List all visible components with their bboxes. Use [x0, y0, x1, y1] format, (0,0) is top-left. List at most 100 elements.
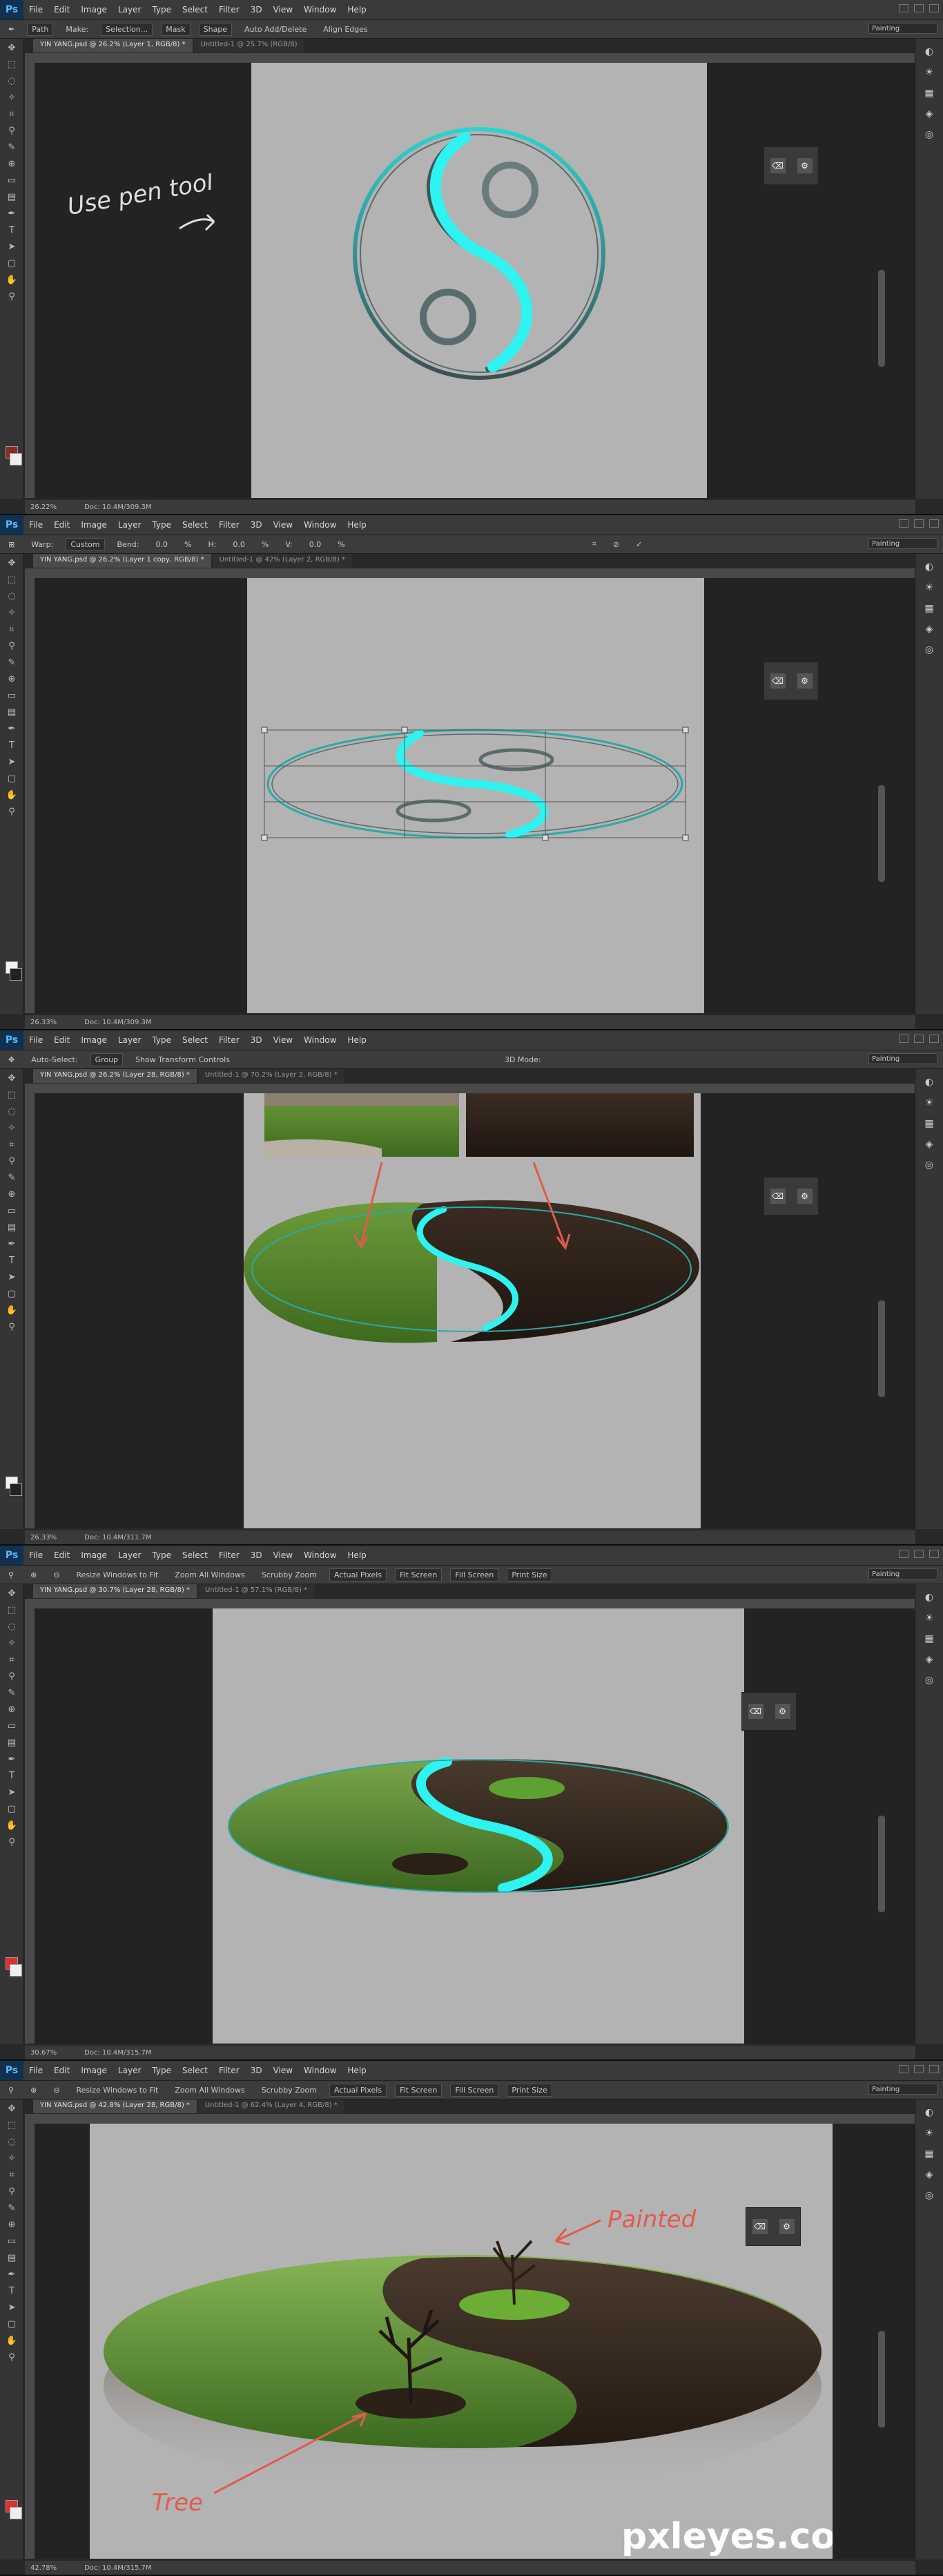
wand-tool-icon[interactable]: ✧	[5, 91, 19, 105]
toggle-warp-icon[interactable]: ⌗	[588, 538, 601, 550]
properties-icon[interactable]: ⚙	[797, 158, 813, 173]
menu-help[interactable]: Help	[342, 520, 371, 530]
channels-panel-icon[interactable]: ◎	[922, 2188, 937, 2203]
menu-filter[interactable]: Filter	[213, 1550, 245, 1560]
zoom-out-icon[interactable]: ⊖	[49, 2084, 64, 2096]
properties-icon[interactable]: ⚙	[779, 2219, 795, 2234]
document-canvas[interactable]	[251, 63, 707, 498]
tab-untitled[interactable]: Untitled-1 @ 70.2% (Layer 2, RGB/8) *	[197, 1069, 344, 1083]
commit-transform-icon[interactable]: ✓	[632, 539, 646, 550]
stamp-tool-icon[interactable]: ⊕	[5, 673, 19, 686]
menu-3d[interactable]: 3D	[245, 2066, 268, 2075]
close-icon[interactable]	[929, 1550, 939, 1558]
vertical-scrollbar[interactable]	[878, 785, 885, 882]
hand-tool-icon[interactable]: ✋	[5, 1304, 19, 1318]
adjustments-panel-icon[interactable]: ☀	[922, 580, 937, 595]
styles-panel-icon[interactable]: ▦	[922, 1631, 937, 1646]
color-panel-icon[interactable]: ◐	[922, 44, 937, 59]
type-tool-icon[interactable]: T	[5, 224, 19, 238]
menu-view[interactable]: View	[268, 5, 298, 15]
tab-yin-yang[interactable]: YIN YANG.psd @ 42.8% (Layer 28, RGB/8) *	[33, 2099, 197, 2113]
history-icon[interactable]: ⌫	[770, 1189, 786, 1204]
tab-yin-yang[interactable]: YIN YANG.psd @ 26.2% (Layer 1 copy, RGB/…	[33, 554, 211, 568]
menu-image[interactable]: Image	[75, 1035, 113, 1045]
properties-icon[interactable]: ⚙	[797, 673, 813, 689]
menu-edit[interactable]: Edit	[48, 520, 75, 530]
eyedropper-tool-icon[interactable]: ⚲	[5, 1670, 19, 1684]
minimize-icon[interactable]	[899, 1035, 908, 1043]
crop-tool-icon[interactable]: ⌗	[5, 1138, 19, 1152]
zoom-level[interactable]: 42.78%	[30, 2564, 57, 2572]
minimize-icon[interactable]	[899, 1550, 908, 1558]
lasso-tool-icon[interactable]: ◌	[5, 1620, 19, 1634]
eyedropper-tool-icon[interactable]: ⚲	[5, 2185, 19, 2199]
eraser-tool-icon[interactable]: ▭	[5, 1720, 19, 1733]
menu-filter[interactable]: Filter	[213, 1035, 245, 1045]
menu-filter[interactable]: Filter	[213, 2066, 245, 2075]
marquee-tool-icon[interactable]: ⬚	[5, 2119, 19, 2133]
layers-panel-icon[interactable]: ◈	[922, 1652, 937, 1667]
color-panel-icon[interactable]: ◐	[922, 1590, 937, 1605]
zoom-level[interactable]: 26.22%	[30, 503, 57, 511]
move-tool-icon[interactable]: ✥	[5, 2102, 19, 2116]
styles-panel-icon[interactable]: ▦	[922, 1116, 937, 1131]
history-icon[interactable]: ⌫	[752, 2219, 768, 2234]
stamp-tool-icon[interactable]: ⊕	[5, 2218, 19, 2232]
shape-tool-icon[interactable]: ▢	[5, 1287, 19, 1301]
actual-pixels-button[interactable]: Actual Pixels	[329, 2083, 387, 2097]
zoom-tool-icon[interactable]: ⚲	[5, 290, 19, 304]
auto-select-checkbox[interactable]: Auto-Select:	[27, 1054, 81, 1066]
background-color-swatch[interactable]	[10, 2507, 22, 2519]
menu-help[interactable]: Help	[342, 1035, 371, 1045]
pen-tool-icon[interactable]: ✒	[5, 2268, 19, 2282]
warp-handle[interactable]	[401, 727, 408, 733]
zoom-tool-icon[interactable]: ⚲	[5, 1836, 19, 1849]
menu-select[interactable]: Select	[177, 2066, 213, 2075]
background-color-swatch[interactable]	[10, 1964, 22, 1977]
channels-panel-icon[interactable]: ◎	[922, 642, 937, 657]
actual-pixels-button[interactable]: Actual Pixels	[329, 1568, 387, 1582]
background-color-swatch[interactable]	[10, 453, 22, 465]
menu-3d[interactable]: 3D	[245, 5, 268, 15]
menu-3d[interactable]: 3D	[245, 1035, 268, 1045]
shape-tool-icon[interactable]: ▢	[5, 257, 19, 271]
selection-button[interactable]: Selection...	[101, 22, 153, 36]
pen-tool-icon[interactable]: ✒	[5, 722, 19, 736]
wand-tool-icon[interactable]: ✧	[5, 1122, 19, 1135]
menu-edit[interactable]: Edit	[48, 2066, 75, 2075]
zoom-level[interactable]: 26.33%	[30, 1019, 57, 1026]
menu-view[interactable]: View	[268, 1550, 298, 1560]
gradient-tool-icon[interactable]: ▤	[5, 1736, 19, 1750]
menu-edit[interactable]: Edit	[48, 1550, 75, 1560]
menu-file[interactable]: File	[23, 1550, 48, 1560]
marquee-tool-icon[interactable]: ⬚	[5, 573, 19, 587]
gradient-tool-icon[interactable]: ▤	[5, 2251, 19, 2265]
move-tool-icon[interactable]: ✥	[5, 41, 19, 55]
tab-yin-yang[interactable]: YIN YANG.psd @ 30.7% (Layer 28, RGB/8) *	[33, 1584, 197, 1598]
path-select-tool-icon[interactable]: ➤	[5, 1786, 19, 1800]
menu-edit[interactable]: Edit	[48, 1035, 75, 1045]
eyedropper-tool-icon[interactable]: ⚲	[5, 640, 19, 653]
menu-layer[interactable]: Layer	[113, 1550, 146, 1560]
menu-help[interactable]: Help	[342, 2066, 371, 2075]
document-canvas[interactable]: Painted Tree pxleyes.com	[90, 2124, 873, 2559]
menu-window[interactable]: Window	[298, 2066, 342, 2075]
menu-edit[interactable]: Edit	[48, 5, 75, 15]
tab-untitled[interactable]: Untitled-1 @ 62.4% (Layer 4, RGB/8) *	[197, 2099, 344, 2113]
brush-tool-icon[interactable]: ✎	[5, 2202, 19, 2215]
menu-layer[interactable]: Layer	[113, 1035, 146, 1045]
adjustments-panel-icon[interactable]: ☀	[922, 65, 937, 80]
menu-view[interactable]: View	[268, 1035, 298, 1045]
menu-type[interactable]: Type	[146, 1550, 177, 1560]
workspace-select[interactable]: Painting	[868, 23, 937, 34]
lasso-tool-icon[interactable]: ◌	[5, 75, 19, 88]
workspace-select[interactable]: Painting	[868, 1053, 937, 1064]
cancel-transform-icon[interactable]: ⊘	[609, 539, 623, 550]
properties-icon[interactable]: ⚙	[775, 1704, 790, 1719]
brush-tool-icon[interactable]: ✎	[5, 141, 19, 155]
eyedropper-tool-icon[interactable]: ⚲	[5, 124, 19, 138]
lasso-tool-icon[interactable]: ◌	[5, 590, 19, 604]
zoom-all-windows-checkbox[interactable]: Zoom All Windows	[171, 1569, 249, 1581]
workspace-select[interactable]: Painting	[868, 2084, 937, 2095]
resize-windows-checkbox[interactable]: Resize Windows to Fit	[72, 2084, 163, 2096]
